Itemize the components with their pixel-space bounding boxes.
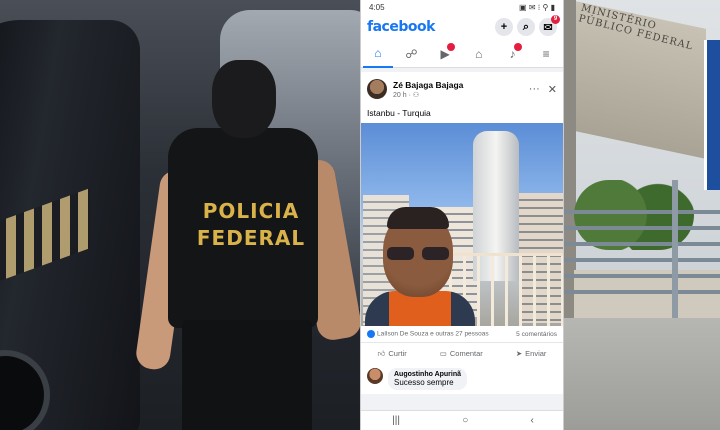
menu-icon: ≡ — [542, 46, 550, 61]
comment-label: Comentar — [449, 349, 483, 358]
post-text: Istanbu - Turquia — [367, 108, 431, 118]
comment-bubble: Augostinho Apurinã Sucesso sempre — [388, 368, 468, 390]
tab-watch[interactable]: ▶ — [430, 40, 460, 68]
comments-count[interactable]: 5 comentários — [516, 331, 557, 338]
messenger-badge: 9 — [551, 15, 560, 24]
plus-icon: + — [500, 21, 508, 33]
commenter-avatar[interactable] — [367, 368, 383, 384]
messenger-button[interactable]: ✉ 9 — [539, 15, 560, 36]
commenter-name[interactable]: Augostinho Apurinã — [394, 371, 461, 378]
thumbs-up-icon: 👍︎ — [377, 348, 386, 358]
agent-head — [212, 60, 276, 138]
android-nav-bar: ||| ○ ‹ — [361, 410, 563, 430]
building-photo: MINISTÉRIO PÚBLICO FEDERAL — [564, 0, 720, 430]
pole — [672, 180, 678, 330]
create-button[interactable]: + — [495, 18, 513, 36]
tab-menu[interactable]: ≡ — [531, 40, 561, 68]
car-stripe — [0, 188, 90, 292]
post-meta: 20 h · ⚇ — [393, 91, 420, 99]
post-photo[interactable] — [361, 123, 563, 326]
close-icon[interactable]: ✕ — [548, 83, 557, 96]
back-icon[interactable]: ‹ — [531, 415, 534, 426]
man-hair — [387, 207, 449, 229]
tab-marketplace[interactable]: ⌂ — [464, 40, 494, 68]
status-time: 4:05 — [369, 2, 385, 12]
vest-line-1: POLICIA — [202, 199, 300, 223]
avatar[interactable] — [367, 79, 387, 99]
agent-legs — [182, 320, 312, 430]
sunglasses — [387, 247, 449, 261]
recents-icon[interactable]: ||| — [392, 415, 400, 426]
post-header: Zé Bajaga Bajaga 20 h · ⚇ ··· ✕ — [361, 72, 563, 106]
like-reaction-icon — [367, 330, 375, 338]
tab-friends[interactable]: ☍ — [396, 40, 426, 68]
share-label: Enviar — [525, 349, 547, 358]
sidewalk — [564, 318, 720, 430]
fence — [564, 210, 720, 300]
post-author[interactable]: Zé Bajaga Bajaga — [393, 80, 523, 90]
home-circle-icon[interactable]: ○ — [462, 415, 468, 426]
status-icons: ▣ ✉ ⁝ ⚲ ▮ — [519, 2, 555, 12]
tab-notifications[interactable]: ♪ — [497, 40, 527, 68]
watch-badge — [447, 42, 456, 51]
more-options-icon[interactable]: ··· — [529, 83, 540, 96]
comment-button[interactable]: ▭ Comentar — [440, 349, 483, 358]
app-header: facebook + ⌕ ✉ 9 — [361, 14, 563, 40]
home-icon: ⌂ — [374, 45, 382, 60]
police-car — [0, 20, 140, 430]
police-photo: POLICIA FEDERAL — [0, 0, 360, 430]
friends-icon: ☍ — [405, 46, 418, 61]
status-bar: 4:05 ▣ ✉ ⁝ ⚲ ▮ — [361, 0, 563, 14]
reactions-row[interactable]: Laílson De Souza e outras 27 pessoas 5 c… — [361, 326, 563, 342]
like-button[interactable]: 👍︎ Curtir — [378, 349, 407, 359]
blue-sign — [704, 40, 720, 190]
marketplace-icon: ⌂ — [475, 46, 483, 61]
search-icon: ⌕ — [522, 20, 530, 33]
vest-line-2: FEDERAL — [196, 226, 306, 250]
search-button[interactable]: ⌕ — [517, 18, 535, 36]
reactions-text: Laílson De Souza e outras 27 pessoas — [377, 330, 489, 338]
tab-home[interactable]: ⌂ — [362, 40, 393, 68]
feed-post: Zé Bajaga Bajaga 20 h · ⚇ ··· ✕ Istanbu … — [361, 72, 563, 394]
car-wheel — [0, 350, 50, 430]
vest-lettering: POLICIA FEDERAL — [196, 198, 306, 252]
send-icon: ➤ — [515, 349, 523, 358]
comment: Augostinho Apurinã Sucesso sempre — [361, 364, 563, 394]
facebook-logo: facebook — [367, 19, 435, 35]
tab-bar: ⌂ ☍ ▶ ⌂ ♪ ≡ — [361, 40, 563, 68]
comment-text: Sucesso sempre — [394, 378, 454, 387]
comment-icon: ▭ — [439, 349, 447, 358]
facebook-phone-screenshot: 4:05 ▣ ✉ ⁝ ⚲ ▮ facebook + ⌕ ✉ 9 ⌂ ☍ ▶ ⌂ ♪… — [360, 0, 564, 430]
post-action-bar: 👍︎ Curtir ▭ Comentar ➤ Enviar — [361, 342, 563, 364]
share-button[interactable]: ➤ Enviar — [516, 349, 547, 358]
like-label: Curtir — [388, 349, 407, 358]
notifications-badge — [514, 42, 523, 51]
